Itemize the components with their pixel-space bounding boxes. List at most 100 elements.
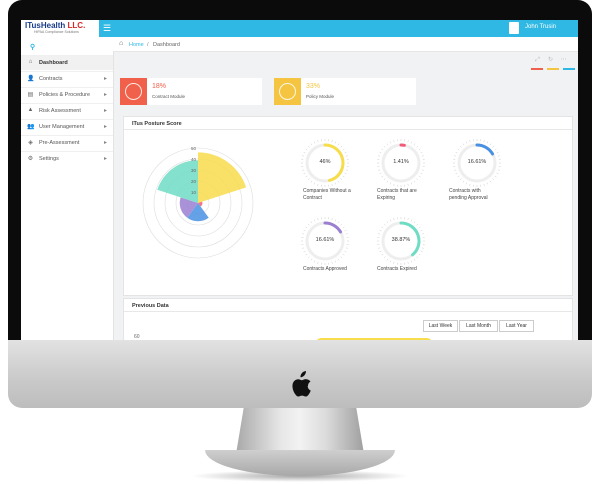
gauge-tick [420,229,423,232]
gauge-tick [302,155,305,157]
logo-tagline: HIPAA Compliance Solutions [34,30,79,34]
refresh-icon[interactable]: ↻ [544,56,557,63]
expand-icon[interactable]: ⤢ [531,57,544,64]
gauge-tick [393,183,395,186]
gauge-tick [378,233,381,235]
gauge-tick [383,178,386,181]
gauge-tick [494,148,497,151]
progress-ring-icon [125,83,142,100]
gauge-tick [378,169,381,171]
gauge-tick [465,141,468,144]
home-icon: ⌂ [28,59,33,65]
gauge-value: 16.61% [315,237,335,243]
stat-color-block [120,78,147,105]
gauge-tick [386,221,389,224]
shield-icon: ◈ [28,140,33,146]
gauge-tick [305,148,308,151]
gauge-tick [413,180,416,183]
gauge-tick [492,145,495,148]
sidebar-item-settings[interactable]: ⚙ Settings ▸ [21,151,113,166]
last-week-button[interactable]: Last Week [423,320,458,332]
stat-card-policy[interactable]: 33% Policy Module [274,78,416,105]
gauge-tick [386,143,389,146]
search-icon[interactable]: ⚲ [30,43,35,51]
gauge-value-arc [323,221,343,234]
gauge-tick [379,229,382,232]
gauge-tick [393,140,395,143]
gauge-tick [454,155,457,157]
gauge-value: 38.87% [391,237,411,243]
last-year-button[interactable]: Last Year [499,320,534,332]
gauge-tick [337,221,340,224]
gauge-tick [421,155,424,157]
gauge-tick [486,182,489,185]
gauge-tick [492,178,495,181]
gauge-value: 16.61% [467,159,487,165]
gauge-tick [307,223,310,226]
polar-tick-label: 40 [191,157,197,162]
sidebar-item-user-management[interactable]: 👥 User Management ▸ [21,119,113,134]
gauge-tick [379,151,382,154]
gauge-label: Contracts with pending Approval [449,188,488,201]
polar-tick-label: 10 [191,190,197,195]
gauge-tick [413,143,416,146]
gauge-tick [340,145,343,148]
gauge-tick [416,145,419,148]
gauge-tick [469,140,471,143]
chart-area-peek [314,338,434,340]
gauge-tick [496,172,499,175]
panel-title: ITus Posture Score [132,121,182,127]
last-month-button[interactable]: Last Month [459,320,498,332]
sidebar-item-risk-assessment[interactable]: ▲ Risk Assessment ▸ [21,103,113,118]
breadcrumb-current: Dashboard [153,42,180,48]
chevron-right-icon: ▸ [103,156,107,162]
sidebar-item-dashboard[interactable]: ⌂ Dashboard [21,55,113,70]
gauge-tick [483,183,485,186]
gauge-tick [420,172,423,175]
breadcrumb: ⌂ Home / Dashboard [113,37,578,52]
stat-card-contract[interactable]: 18% Contract Module [120,78,262,105]
gauge-tick [496,151,499,154]
gauge-tick [307,256,310,259]
gauge-tick [334,219,337,222]
gauge-tick [383,223,386,226]
y-axis-tick: 60 [134,334,140,340]
gauge-tick [317,261,319,264]
gauge-tick [379,250,382,253]
gauge-tick [302,247,305,249]
more-icon[interactable]: ⋯ [557,56,570,63]
chevron-right-icon: ▸ [103,76,107,82]
user-name[interactable]: John Trusin [525,24,556,30]
sidebar-item-contracts[interactable]: 👤 Contracts ▸ [21,71,113,86]
gauge-label: Contracts Approved [303,266,347,272]
gauge-chart: 16.61% [452,138,502,188]
sidebar-item-label: Dashboard [39,60,68,66]
gauge-tick [342,175,345,178]
gauge-tick [331,218,333,221]
polar-segment[interactable] [198,152,247,203]
logo[interactable]: ITusHealth LLC. HIPAA Compliance Solutio… [21,20,99,37]
gauge-tick [344,172,347,175]
stat-percent: 33% [306,83,321,90]
gauge-tick [489,143,492,146]
gauge-tick [420,250,423,253]
gauge-tick [389,219,392,222]
sidebar: ⚲ ⌂ Dashboard 👤 Contracts ▸ ▤ Policies & Proce… [21,37,114,340]
gauge-tick [457,175,460,178]
avatar[interactable] [509,22,519,34]
gauge-tick [307,178,310,181]
gauge-label: Contracts that are Expiring [377,188,417,201]
home-icon[interactable]: ⌂ [119,40,123,47]
breadcrumb-home-link[interactable]: Home [129,42,144,48]
gauge-tick [407,218,409,221]
sidebar-item-policies-procedure[interactable]: ▤ Policies & Procedure ▸ [21,87,113,102]
polar-area-chart: 50 40 30 20 10 [142,146,254,259]
menu-toggle-icon[interactable]: ☰ [103,23,111,34]
sidebar-item-label: Settings [39,156,59,162]
sidebar-item-label: Contracts [39,76,63,82]
gauge-tick [310,221,313,224]
chevron-right-icon: ▸ [103,140,107,146]
gauge-tick [331,261,333,264]
gauge-tick [418,253,421,256]
sidebar-item-pre-assessment[interactable]: ◈ Pre-Assessment ▸ [21,135,113,150]
